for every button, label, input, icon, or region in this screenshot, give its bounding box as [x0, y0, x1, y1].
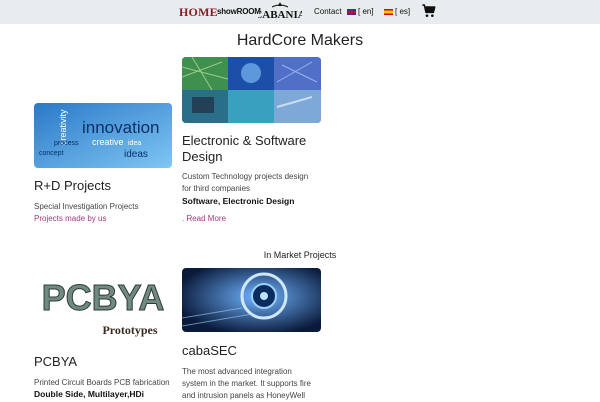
in-market-projects-heading: In Market Projects [263, 250, 337, 260]
top-navigation-bar: HOME showROOM CABANIA Contact [ en] [ es… [0, 0, 600, 24]
electronic-design-read-more-link[interactable]: . Read More [182, 214, 226, 223]
pcbya-image[interactable]: PCBYA Prototypes [34, 268, 172, 338]
innovation-word-cloud-image: innovation creativity process creative i… [34, 103, 172, 168]
svg-text:Prototypes: Prototypes [102, 323, 157, 337]
cabania-logo[interactable]: CABANIA [254, 1, 306, 23]
lang-en-label: [ en] [358, 7, 374, 16]
electronic-design-image[interactable] [182, 57, 321, 123]
pcbya-logo-image: PCBYA Prototypes [34, 268, 172, 338]
rd-projects-title[interactable]: R+D Projects [34, 178, 111, 194]
cabasec-desc-line2: system in the market. It supports fire [182, 379, 311, 388]
cabasec-description: The most advanced integration system in … [182, 366, 311, 402]
rd-projects-image[interactable]: innovation creativity process creative i… [34, 103, 172, 168]
cabasec-image[interactable] [182, 268, 321, 332]
electronic-design-title[interactable]: Electronic & Software Design [182, 133, 306, 165]
technology-collage-image [182, 57, 321, 123]
pcbya-title[interactable]: PCBYA [34, 354, 77, 370]
nav-contact-link[interactable]: Contact [314, 0, 342, 24]
electronic-design-desc-line1: Custom Technology projects design [182, 172, 309, 181]
rd-projects-link[interactable]: Projects made by us [34, 214, 106, 223]
electronic-design-description: Custom Technology projects design for th… [182, 171, 308, 195]
spain-flag-icon [384, 8, 393, 15]
uk-flag-icon [347, 8, 356, 15]
electronic-design-title-line1: Electronic & Software [182, 133, 307, 148]
svg-text:concept: concept [39, 150, 64, 157]
cabasec-desc-line3: and intrusion panels as HoneyWell [182, 391, 306, 400]
svg-text:process: process [54, 140, 79, 147]
svg-text:PCBYA: PCBYA [42, 277, 165, 318]
page-title: HardCore Makers [236, 32, 364, 49]
nav-lang-es[interactable]: [ es] [384, 0, 410, 24]
cabasec-title[interactable]: cabaSEC [182, 343, 237, 359]
shopping-cart-icon[interactable] [421, 3, 437, 19]
rd-projects-description: Special Investigation Projects [34, 202, 139, 211]
lang-es-label: [ es] [395, 7, 411, 16]
svg-text:idea: idea [128, 140, 141, 147]
svg-text:creative: creative [92, 137, 124, 147]
pcbya-tags: Double Side, Multilayer,HDi [34, 389, 145, 399]
electronic-design-desc-line2: for third companies [182, 184, 251, 193]
svg-text:ideas: ideas [124, 149, 148, 160]
electronic-design-title-line2: Design [182, 149, 223, 164]
security-camera-image [182, 268, 321, 332]
cabasec-desc-line1: The most advanced integration [182, 367, 292, 376]
nav-lang-en[interactable]: [ en] [347, 0, 374, 24]
pcbya-description: Printed Circuit Boards PCB fabrication [34, 378, 170, 387]
electronic-design-tags: Software, Electronic Design [182, 196, 295, 206]
nav-home-link[interactable]: HOME [179, 0, 218, 24]
cabania-logo-text: CABANIA [258, 9, 302, 21]
nav-showroom-link[interactable]: showROOM [217, 0, 261, 24]
svg-text:innovation: innovation [82, 118, 160, 137]
cabania-logo-image: CABANIA [254, 2, 306, 21]
